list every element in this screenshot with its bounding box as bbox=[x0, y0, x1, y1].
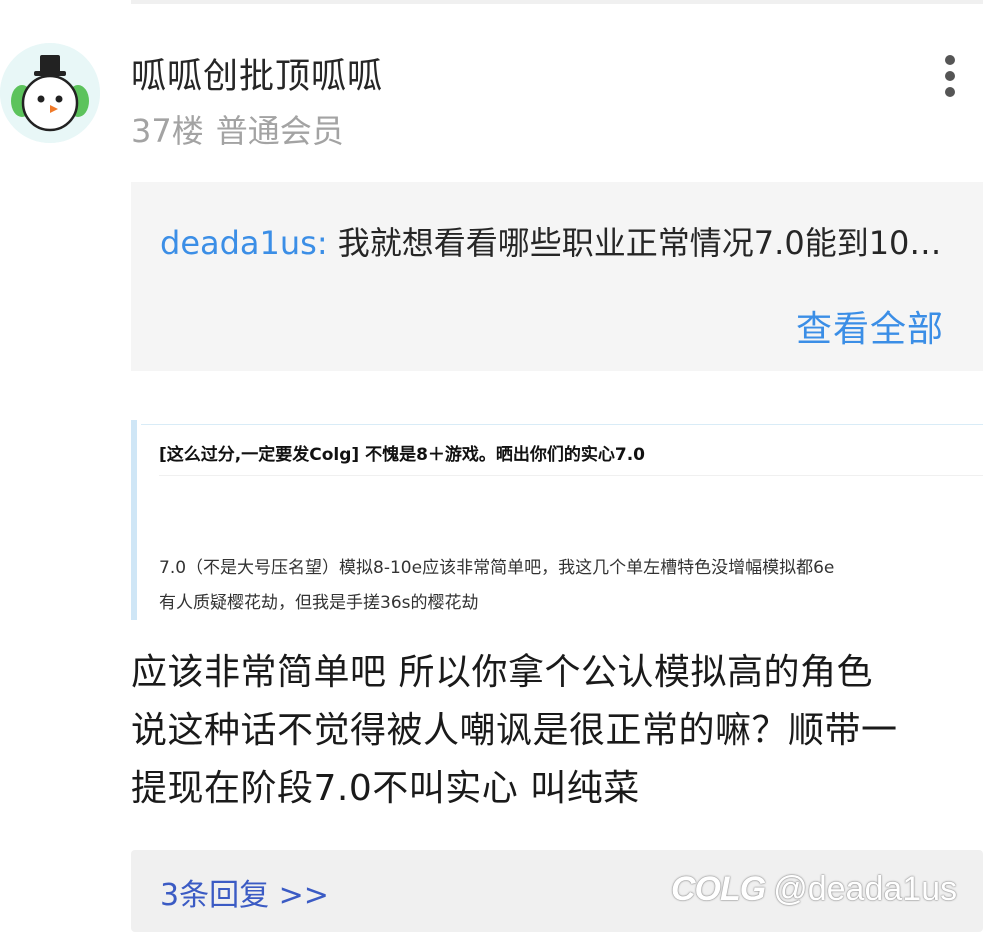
embed-title-divider bbox=[159, 475, 983, 476]
username[interactable]: 呱呱创批顶呱呱 bbox=[131, 48, 383, 99]
post-body-line-1: 应该非常简单吧 所以你拿个公认模拟高的角色 bbox=[131, 652, 873, 693]
embedded-screenshot[interactable]: [这么过分,一定要发Colg] 不愧是8＋游戏。晒出你们的实心7.0 7.0（不… bbox=[131, 420, 983, 620]
more-vertical-icon bbox=[945, 55, 955, 97]
embed-border bbox=[131, 420, 137, 620]
post-body-line-3: 提现在阶段7.0不叫实心 叫纯菜 bbox=[131, 768, 640, 809]
avatar[interactable] bbox=[0, 43, 100, 143]
quote-text: 我就想看看哪些职业正常情况7.0能到10… bbox=[337, 224, 942, 262]
top-divider bbox=[131, 0, 983, 4]
post-body-line-2: 说这种话不觉得被人嘲讽是很正常的嘛？顺带一 bbox=[131, 710, 898, 751]
watermark-handle: @deada1us bbox=[773, 870, 958, 908]
snowman-avatar-icon bbox=[0, 43, 100, 143]
floor-number: 37楼 bbox=[131, 112, 204, 150]
watermark: COLG @deada1us bbox=[671, 870, 957, 909]
colg-logo: COLG bbox=[671, 870, 766, 908]
embed-title: [这么过分,一定要发Colg] 不愧是8＋游戏。晒出你们的实心7.0 bbox=[159, 445, 646, 465]
view-replies-link[interactable]: 3条回复 >> bbox=[160, 870, 329, 914]
floor-info: 37楼 普通会员 bbox=[131, 106, 344, 152]
quote-user[interactable]: deada1us: bbox=[160, 224, 328, 262]
post-body: 应该非常简单吧 所以你拿个公认模拟高的角色 说这种话不觉得被人嘲讽是很正常的嘛？… bbox=[131, 644, 976, 818]
embed-text-line-1: 7.0（不是大号压名望）模拟8-10e应该非常简单吧，我这几个单左槽特色没增幅模… bbox=[159, 558, 835, 578]
quote-line: deada1us: 我就想看看哪些职业正常情况7.0能到10… bbox=[160, 218, 941, 264]
replies-box[interactable]: 3条回复 >> COLG @deada1us bbox=[131, 850, 983, 932]
more-options-button[interactable] bbox=[930, 52, 970, 100]
view-all-link[interactable]: 查看全部 bbox=[796, 300, 944, 352]
embed-top-rule bbox=[141, 424, 983, 425]
embed-text-line-2: 有人质疑樱花劫，但我是手搓36s的樱花劫 bbox=[159, 593, 479, 613]
member-level: 普通会员 bbox=[215, 112, 344, 150]
quoted-reply[interactable]: deada1us: 我就想看看哪些职业正常情况7.0能到10… 查看全部 bbox=[131, 182, 983, 371]
